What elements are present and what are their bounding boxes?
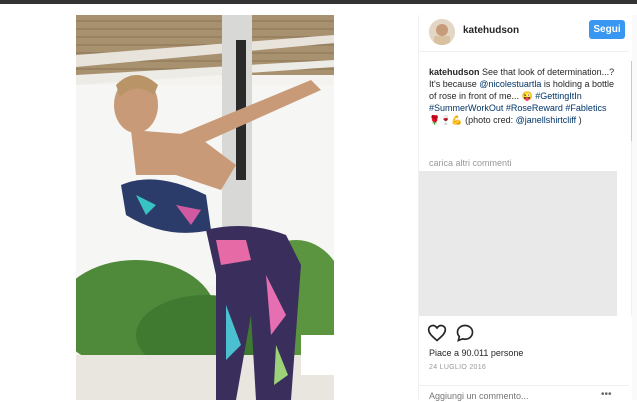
page-left-margin: [0, 4, 60, 400]
avatar-image: [429, 19, 455, 45]
follow-button[interactable]: Segui: [589, 20, 625, 39]
speech-bubble-icon[interactable]: [455, 323, 475, 343]
comments-area: [419, 171, 617, 316]
mention-link[interactable]: @janellshirtcliff: [516, 115, 577, 125]
load-more-comments-link[interactable]: carica altri commenti: [429, 158, 512, 168]
hashtag-link[interactable]: #SummerWorkOut: [429, 103, 503, 113]
avatar[interactable]: [429, 19, 455, 45]
caption-username[interactable]: katehudson: [429, 67, 480, 77]
caption-text: (photo cred:: [462, 115, 516, 125]
heart-icon[interactable]: [427, 323, 447, 343]
post-photo[interactable]: [76, 15, 334, 400]
post-date: 24 LUGLIO 2016: [429, 364, 487, 371]
caption-emoji: 🌹🍷💪: [429, 115, 463, 125]
username-link[interactable]: katehudson: [463, 25, 519, 36]
photo-illustration: [76, 15, 334, 400]
hashtag-link[interactable]: #GettingItIn: [535, 91, 582, 101]
hashtag-link[interactable]: #Fabletics: [565, 103, 606, 113]
comment-input[interactable]: [429, 390, 579, 402]
post-actions: [427, 323, 487, 345]
post-caption: katehudson See that look of determinatio…: [429, 66, 619, 126]
likes-count[interactable]: Piace a 90.011 persone: [429, 348, 523, 358]
hashtag-link[interactable]: #RoseReward: [506, 103, 563, 113]
page-right-edge: [632, 15, 637, 400]
mention-link[interactable]: @nicolestuartla: [479, 79, 541, 89]
chair: [301, 335, 334, 375]
post-header: katehudson Segui: [419, 15, 629, 52]
comment-bar: •••: [419, 385, 629, 402]
floor: [76, 355, 334, 400]
ellipsis-icon[interactable]: •••: [601, 389, 612, 400]
post-sidebar: katehudson Segui katehudson See that loo…: [418, 15, 637, 402]
caption-text: ): [576, 115, 582, 125]
browser-top-bar: [0, 0, 637, 4]
